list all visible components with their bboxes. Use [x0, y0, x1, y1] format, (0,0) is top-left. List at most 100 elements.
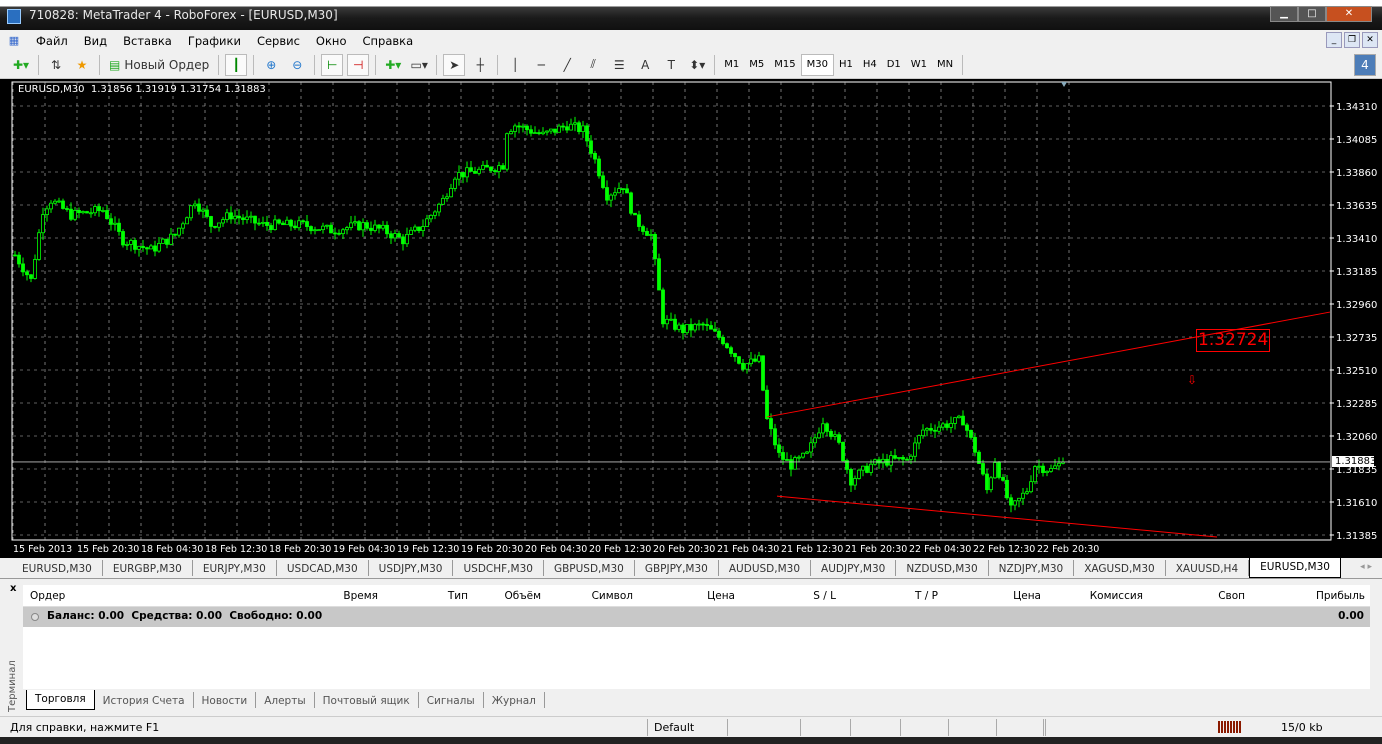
- terminal-tab[interactable]: Журнал: [484, 692, 545, 708]
- candle-body: [693, 324, 697, 331]
- column-header[interactable]: Своп: [1218, 590, 1245, 602]
- zoom-in-icon[interactable]: ⊕: [260, 54, 282, 76]
- menu-tools[interactable]: Сервис: [249, 34, 308, 48]
- chart-canvas[interactable]: 1.34310 1.34085 1.33860 1.33635 1.33410 1.331…: [0, 79, 1382, 558]
- menu-view[interactable]: Вид: [76, 34, 115, 48]
- market-watch-icon[interactable]: ⇅: [45, 54, 67, 76]
- symbol-tab[interactable]: AUDUSD,M30: [719, 560, 812, 576]
- text-label-icon[interactable]: T: [660, 54, 682, 76]
- symbol-tab[interactable]: EURJPY,M30: [193, 560, 277, 576]
- candle-body: [701, 323, 705, 326]
- candle-body: [365, 222, 369, 229]
- symbol-tab[interactable]: EURUSD,M30: [1249, 558, 1341, 578]
- candle-body: [437, 203, 441, 213]
- candlestick-icon[interactable]: ┃: [225, 53, 248, 76]
- price-chart[interactable]: 1.34310 1.34085 1.33860 1.33635 1.33410 1.331…: [0, 79, 1382, 558]
- app-icon: [7, 9, 21, 24]
- candle-body: [521, 125, 525, 128]
- timeframe-m1[interactable]: M1: [719, 54, 744, 76]
- candle-body: [729, 347, 733, 354]
- symbol-tab[interactable]: XAUUSD,H4: [1166, 560, 1250, 576]
- fibonacci-icon[interactable]: ☰: [608, 54, 630, 76]
- terminal-tab[interactable]: Торговля: [26, 690, 95, 710]
- timeframe-m15[interactable]: M15: [769, 54, 800, 76]
- symbol-tab[interactable]: GBPJPY,M30: [635, 560, 719, 576]
- candle-body: [645, 231, 649, 236]
- timeframe-mn[interactable]: MN: [932, 54, 958, 76]
- candle-body: [301, 220, 305, 223]
- symbol-tab[interactable]: USDJPY,M30: [369, 560, 454, 576]
- y-tick-label: 1.31610: [1336, 498, 1377, 509]
- menu-window[interactable]: Окно: [308, 34, 355, 48]
- column-header[interactable]: Комиссия: [1090, 590, 1143, 602]
- timeframe-h1[interactable]: H1: [834, 54, 858, 76]
- column-header[interactable]: Тип: [448, 590, 468, 602]
- candle-body: [117, 222, 121, 232]
- column-header[interactable]: Ордер: [30, 590, 65, 602]
- arrows-icon[interactable]: ⬍▾: [686, 54, 708, 76]
- close-button[interactable]: ✕: [1326, 6, 1372, 22]
- menu-file[interactable]: Файл: [28, 34, 76, 48]
- menu-charts[interactable]: Графики: [180, 34, 249, 48]
- candle-body: [529, 129, 533, 134]
- mdi-minimize-button[interactable]: _: [1326, 32, 1342, 48]
- cursor-icon[interactable]: ➤: [443, 53, 466, 76]
- timeframe-h4[interactable]: H4: [858, 54, 882, 76]
- candle-body: [361, 222, 365, 231]
- column-header[interactable]: T / P: [915, 590, 938, 602]
- close-icon[interactable]: x: [10, 583, 16, 594]
- symbol-tab[interactable]: USDCAD,M30: [277, 560, 369, 576]
- horizontal-line-icon[interactable]: ─: [530, 54, 552, 76]
- column-header[interactable]: Цена: [1013, 590, 1041, 602]
- templates-icon[interactable]: ▭▾: [408, 54, 430, 76]
- candle-body: [501, 165, 505, 170]
- minimize-button[interactable]: ▁: [1270, 6, 1298, 22]
- maximize-button[interactable]: □: [1298, 6, 1326, 22]
- equidistant-channel-icon[interactable]: ⫽: [582, 54, 604, 76]
- indicators-icon[interactable]: ✚▾: [382, 54, 404, 76]
- balance-row[interactable]: Баланс: 0.00 Средства: 0.00 Свободно: 0.…: [23, 607, 1370, 627]
- terminal-tab[interactable]: Новости: [194, 692, 257, 708]
- notifications-badge[interactable]: 4: [1354, 54, 1376, 76]
- column-header[interactable]: Время: [343, 590, 378, 602]
- menu-insert[interactable]: Вставка: [115, 34, 180, 48]
- symbol-tab[interactable]: XAGUSD,M30: [1074, 560, 1166, 576]
- new-chart-icon[interactable]: ✚▾: [10, 54, 32, 76]
- terminal-tab[interactable]: История Счета: [95, 692, 194, 708]
- timeframe-d1[interactable]: D1: [882, 54, 906, 76]
- column-header[interactable]: Объём: [504, 590, 541, 602]
- menu-help[interactable]: Справка: [354, 34, 421, 48]
- symbol-tab[interactable]: NZDUSD,M30: [896, 560, 989, 576]
- column-header[interactable]: Символ: [592, 590, 633, 602]
- tab-scroll-arrows[interactable]: ◂ ▸: [1360, 562, 1372, 572]
- column-header[interactable]: S / L: [813, 590, 836, 602]
- vertical-line-icon[interactable]: │: [504, 54, 526, 76]
- zoom-out-icon[interactable]: ⊖: [286, 54, 308, 76]
- navigator-icon[interactable]: ★: [71, 54, 93, 76]
- terminal-tab[interactable]: Почтовый ящик: [315, 692, 419, 708]
- auto-scroll-icon[interactable]: ⊢: [321, 53, 344, 76]
- symbol-tab[interactable]: NZDJPY,M30: [989, 560, 1075, 576]
- crosshair-icon[interactable]: ┼: [469, 54, 491, 76]
- terminal-tab[interactable]: Алерты: [256, 692, 315, 708]
- column-header[interactable]: Цена: [707, 590, 735, 602]
- candle-body: [857, 469, 861, 479]
- column-header[interactable]: Прибыль: [1316, 590, 1365, 602]
- text-icon[interactable]: A: [634, 54, 656, 76]
- candle-body: [509, 131, 513, 135]
- trendline-icon[interactable]: ╱: [556, 54, 578, 76]
- symbol-tab[interactable]: AUDJPY,M30: [811, 560, 897, 576]
- timeframe-m5[interactable]: M5: [744, 54, 769, 76]
- mdi-close-button[interactable]: ✕: [1362, 32, 1378, 48]
- symbol-tab[interactable]: EURGBP,M30: [103, 560, 193, 576]
- chart-shift-icon[interactable]: ⊣: [347, 53, 370, 76]
- symbol-tab[interactable]: USDCHF,M30: [453, 560, 544, 576]
- terminal-tab[interactable]: Сигналы: [419, 692, 484, 708]
- new-order-button[interactable]: ▤ Новый Ордер: [106, 54, 212, 76]
- mdi-restore-button[interactable]: ❐: [1344, 32, 1360, 48]
- timeframe-w1[interactable]: W1: [906, 54, 932, 76]
- symbol-tab[interactable]: GBPUSD,M30: [544, 560, 635, 576]
- candle-body: [221, 219, 225, 224]
- timeframe-m30[interactable]: M30: [800, 53, 834, 76]
- symbol-tab[interactable]: EURUSD,M30: [12, 560, 103, 576]
